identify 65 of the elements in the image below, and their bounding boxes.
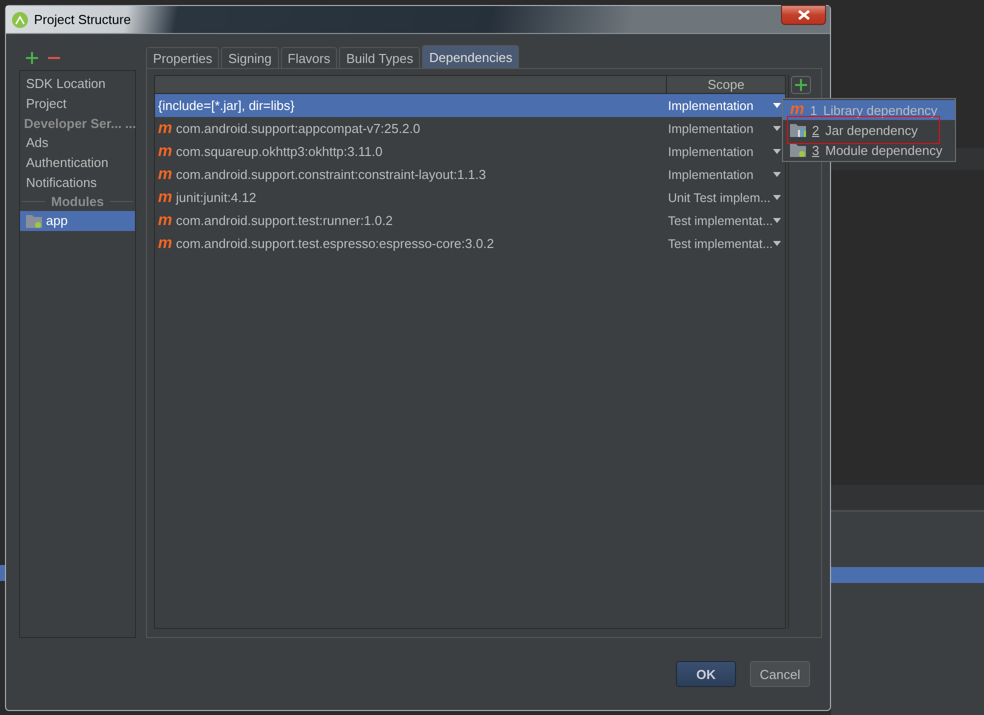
module-folder-icon <box>26 214 42 228</box>
maven-icon: m <box>790 103 804 117</box>
table-row[interactable]: m com.android.support.test:runner:1.0.2 Test implementat... <box>155 209 785 232</box>
tab[interactable]: Flavors <box>280 47 338 68</box>
dependency-cell[interactable]: m com.android.support.constraint:constraint-layout:1.1.3 <box>155 167 668 182</box>
tab[interactable]: Signing <box>221 47 279 68</box>
add-icon <box>795 79 807 91</box>
table-row[interactable]: {include=[*.jar], dir=libs} Implementation <box>155 94 785 117</box>
dropdown-caret-icon <box>773 195 781 200</box>
sidebar-item[interactable]: Notifications <box>20 172 135 193</box>
add-icon <box>26 52 38 64</box>
dropdown-caret-icon <box>773 218 781 223</box>
scope-dropdown[interactable]: Unit Test implem... <box>668 190 785 204</box>
tab[interactable]: Build Types <box>339 47 420 68</box>
dropdown-caret-icon <box>773 241 781 246</box>
table-row[interactable]: m com.squareup.okhttp3:okhttp:3.11.0 Implementation <box>155 140 785 163</box>
cancel-button[interactable]: Cancel <box>750 661 810 687</box>
dependency-cell[interactable]: m junit:junit:4.12 <box>155 190 668 205</box>
dropdown-caret-icon <box>773 172 781 177</box>
table-row[interactable]: m com.android.support.constraint:constraint-layout:1.1.3 Implementation <box>155 163 785 186</box>
close-button[interactable] <box>781 5 826 25</box>
dependency-cell[interactable]: m com.android.support.test.espresso:espresso-core:3.0.2 <box>155 236 668 251</box>
table-row[interactable]: m com.android.support:appcompat-v7:25.2.0 Implementation <box>155 117 785 140</box>
window-title: Project Structure <box>34 12 131 27</box>
sidebar-item[interactable]: SDK Location <box>20 74 135 94</box>
tab[interactable]: Dependencies <box>422 45 520 68</box>
jar-folder-icon <box>790 123 806 137</box>
android-icon <box>12 12 28 28</box>
table-row[interactable]: m com.android.support.test.espresso:espresso-core:3.0.2 Test implementat... <box>155 232 785 255</box>
maven-icon: m <box>158 168 172 182</box>
selection-bar <box>0 565 5 581</box>
dependency-cell[interactable]: m com.android.support:appcompat-v7:25.2.0 <box>155 121 668 136</box>
sidebar-group-header: Developer Ser... ... <box>23 114 135 133</box>
menu-item[interactable]: 2 Jar dependency <box>783 120 955 140</box>
add-dependency-button[interactable] <box>791 76 811 94</box>
scope-dropdown[interactable]: Implementation <box>668 144 785 158</box>
tab[interactable]: Properties <box>146 47 220 68</box>
add-button[interactable] <box>26 52 38 64</box>
dropdown-caret-icon <box>773 103 781 108</box>
ok-button[interactable]: OK <box>676 661 736 687</box>
maven-icon: m <box>158 122 172 136</box>
sidebar-section-header: Modules <box>51 194 104 210</box>
scope-dropdown[interactable]: Implementation <box>668 168 785 182</box>
column-header[interactable]: Scope <box>708 77 744 92</box>
maven-icon: m <box>158 190 172 204</box>
maven-icon: m <box>158 214 172 228</box>
table-row[interactable]: m junit:junit:4.12 Unit Test implem... <box>155 186 785 209</box>
dependency-cell[interactable]: m com.android.support.test:runner:1.0.2 <box>155 213 668 228</box>
scope-dropdown[interactable]: Implementation <box>668 122 785 136</box>
maven-icon: m <box>158 144 172 158</box>
dependency-cell[interactable]: m com.squareup.okhttp3:okhttp:3.11.0 <box>155 144 668 159</box>
module-item[interactable]: app <box>20 210 135 231</box>
close-icon <box>798 10 810 20</box>
sidebar-item[interactable]: Project <box>20 94 135 114</box>
sidebar-item[interactable]: Ads <box>20 132 135 153</box>
sidebar-item[interactable]: Authentication <box>20 152 135 173</box>
maven-icon: m <box>158 236 172 250</box>
scope-dropdown[interactable]: Implementation <box>668 98 785 112</box>
dropdown-caret-icon <box>773 126 781 131</box>
menu-item[interactable]: 3 Module dependency <box>783 140 955 160</box>
scope-dropdown[interactable]: Test implementat... <box>668 236 785 250</box>
dropdown-caret-icon <box>773 149 781 154</box>
dependency-cell[interactable]: {include=[*.jar], dir=libs} <box>155 98 668 113</box>
module-folder-icon <box>790 143 806 157</box>
scope-dropdown[interactable]: Test implementat... <box>668 214 785 228</box>
